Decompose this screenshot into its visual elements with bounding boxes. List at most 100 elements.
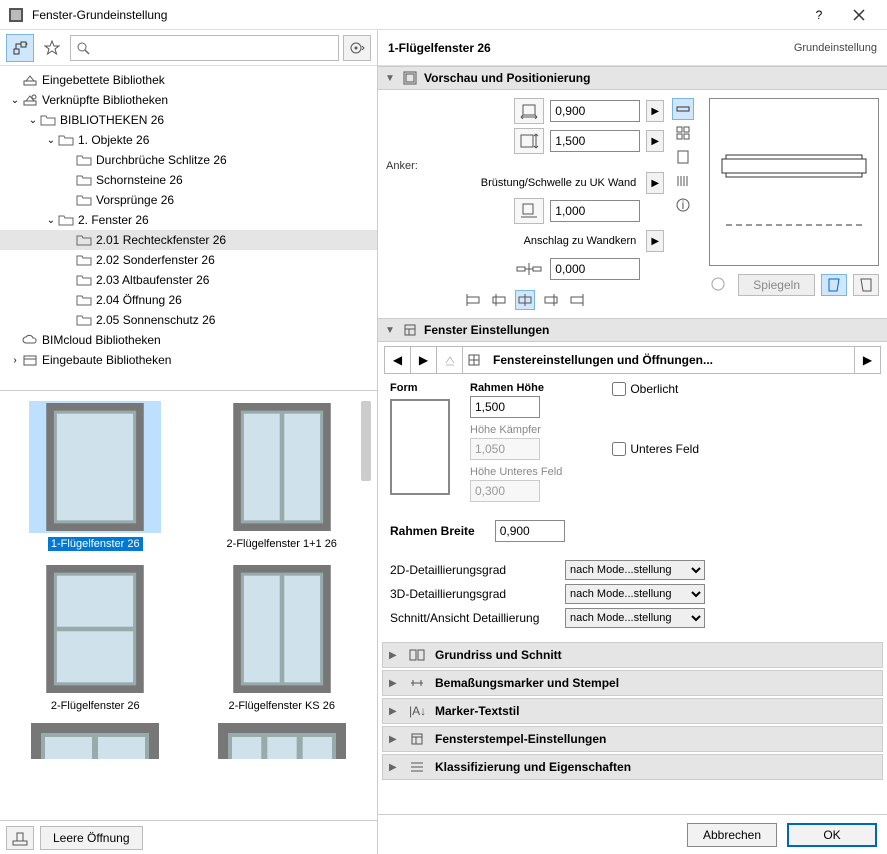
detail-2d-select[interactable]: nach Mode...stellung [565, 560, 705, 580]
collapsed-section[interactable]: ▶|A↓Marker-Textstil [382, 698, 883, 724]
height-input[interactable] [550, 130, 640, 152]
settings-kind: Grundeinstellung [794, 42, 877, 54]
ok-button[interactable]: OK [787, 823, 877, 847]
tree-item[interactable]: Eingebettete Bibliothek [0, 70, 377, 90]
section-preview-positioning[interactable]: ▼ Vorschau und Positionierung [378, 66, 887, 90]
anchor-label: Anker: [386, 160, 664, 172]
tab-prev-button[interactable]: ◀ [385, 347, 411, 373]
tab-expand-button[interactable]: ▶ [854, 347, 880, 373]
sill-link-button[interactable]: ▶ [646, 172, 664, 194]
search-input[interactable] [95, 36, 338, 60]
reveal-input[interactable] [550, 258, 640, 280]
collapsed-section[interactable]: ▶Grundriss und Schnitt [382, 642, 883, 668]
empty-opening-icon-button[interactable] [6, 826, 34, 850]
reveal-side-1[interactable] [821, 274, 847, 296]
tree-item[interactable]: 2.04 Öffnung 26 [0, 290, 377, 310]
frame-height-label: Rahmen Höhe [470, 382, 562, 394]
tree-item[interactable]: 2.02 Sonderfenster 26 [0, 250, 377, 270]
height-icon [514, 128, 544, 154]
anchor-opt-2[interactable] [489, 290, 509, 310]
library-view-button[interactable] [6, 34, 34, 62]
thumbnail-item[interactable] [197, 725, 368, 757]
view-3d-button[interactable] [672, 122, 694, 144]
thumbnail-pane[interactable]: 1-Flügelfenster 262-Flügelfenster 1+1 26… [0, 391, 377, 820]
shape-label: Form [390, 382, 450, 394]
favorites-button[interactable] [38, 34, 66, 62]
transom-input [470, 438, 540, 460]
collapsed-section[interactable]: ▶Klassifizierung und Eigenschaften [382, 754, 883, 780]
thumb-scrollbar[interactable] [361, 401, 371, 481]
frame-height-input[interactable] [470, 396, 540, 418]
thumbnail-item[interactable] [10, 725, 181, 757]
collapsed-section[interactable]: ▶Bemaßungsmarker und Stempel [382, 670, 883, 696]
anchor-opt-3[interactable] [515, 290, 535, 310]
anchor-opt-1[interactable] [463, 290, 483, 310]
oberlicht-checkbox[interactable] [612, 382, 626, 396]
view-section-button[interactable] [672, 170, 694, 192]
sill-input[interactable] [550, 200, 640, 222]
reveal-side-2[interactable] [853, 274, 879, 296]
tree-item[interactable]: ⌄Verknüpfte Bibliotheken [0, 90, 377, 110]
reveal-link-button[interactable]: ▶ [646, 230, 664, 252]
tree-item[interactable]: Schornsteine 26 [0, 170, 377, 190]
frame-width-input[interactable] [495, 520, 565, 542]
thumbnail-item[interactable]: 1-Flügelfenster 26 [10, 401, 181, 551]
section-window-settings[interactable]: ▼ Fenster Einstellungen [378, 318, 887, 342]
tab-up-icon [437, 347, 463, 373]
unteres-feld-checkbox[interactable] [612, 442, 626, 456]
flip-icon[interactable] [704, 275, 732, 296]
tree-item[interactable]: Vorsprünge 26 [0, 190, 377, 210]
cancel-button[interactable]: Abbrechen [687, 823, 777, 847]
sill-icon [514, 198, 544, 224]
tab-label[interactable]: Fenstereinstellungen und Öffnungen... [485, 347, 854, 373]
search-icon [71, 41, 95, 55]
tree-item[interactable]: ⌄BIBLIOTHEKEN 26 [0, 110, 377, 130]
lower-field-input [470, 480, 540, 502]
tree-item[interactable]: Durchbrüche Schlitze 26 [0, 150, 377, 170]
view-plan-button[interactable] [672, 98, 694, 120]
empty-opening-button[interactable]: Leere Öffnung [40, 826, 143, 850]
tree-item[interactable]: BIMcloud Bibliotheken [0, 330, 377, 350]
app-icon [8, 7, 24, 23]
width-icon [514, 98, 544, 124]
tab-page-icon [463, 347, 485, 373]
detail-2d-label: 2D-Detaillierungsgrad [390, 563, 555, 577]
lower-field-label: Höhe Unteres Feld [470, 466, 562, 478]
close-button[interactable] [839, 0, 879, 30]
tree-item[interactable]: ⌄2. Fenster 26 [0, 210, 377, 230]
tree-item[interactable]: 2.05 Sonnenschutz 26 [0, 310, 377, 330]
detail-section-label: Schnitt/Ansicht Detaillierung [390, 611, 555, 625]
anchor-opt-5[interactable] [567, 290, 587, 310]
preview-viewport [709, 98, 879, 266]
settings-gear-button[interactable] [343, 35, 371, 61]
preview-section-icon [402, 70, 418, 86]
tab-next-button[interactable]: ▶ [411, 347, 437, 373]
view-elevation-button[interactable] [672, 146, 694, 168]
anchor-opt-4[interactable] [541, 290, 561, 310]
object-name: 1-Flügelfenster 26 [388, 41, 794, 55]
tree-item[interactable]: 2.03 Altbaufenster 26 [0, 270, 377, 290]
svg-text:|A↓: |A↓ [409, 704, 425, 718]
reveal-label: Anschlag zu Wandkern [524, 235, 637, 247]
detail-3d-select[interactable]: nach Mode...stellung [565, 584, 705, 604]
width-input[interactable] [550, 100, 640, 122]
reveal-icon [514, 256, 544, 282]
tree-item[interactable]: 2.01 Rechteckfenster 26 [0, 230, 377, 250]
mirror-button[interactable]: Spiegeln [738, 274, 815, 296]
settings-section-icon [402, 322, 418, 338]
detail-section-select[interactable]: nach Mode...stellung [565, 608, 705, 628]
thumbnail-item[interactable]: 2-Flügelfenster 1+1 26 [197, 401, 368, 551]
tree-item[interactable]: ›Eingebaute Bibliotheken [0, 350, 377, 370]
height-link-button[interactable]: ▶ [646, 130, 664, 152]
view-info-button[interactable]: i [672, 194, 694, 216]
collapsed-section[interactable]: ▶Fensterstempel-Einstellungen [382, 726, 883, 752]
thumbnail-item[interactable]: 2-Flügelfenster KS 26 [197, 563, 368, 713]
width-link-button[interactable]: ▶ [646, 100, 664, 122]
help-button[interactable]: ? [799, 0, 839, 30]
sill-label: Brüstung/Schwelle zu UK Wand [481, 177, 637, 189]
tree-item[interactable]: ⌄1. Objekte 26 [0, 130, 377, 150]
detail-3d-label: 3D-Detaillierungsgrad [390, 587, 555, 601]
library-tree[interactable]: Eingebettete Bibliothek⌄Verknüpfte Bibli… [0, 66, 377, 391]
window-title: Fenster-Grundeinstellung [32, 8, 799, 22]
thumbnail-item[interactable]: 2-Flügelfenster 26 [10, 563, 181, 713]
